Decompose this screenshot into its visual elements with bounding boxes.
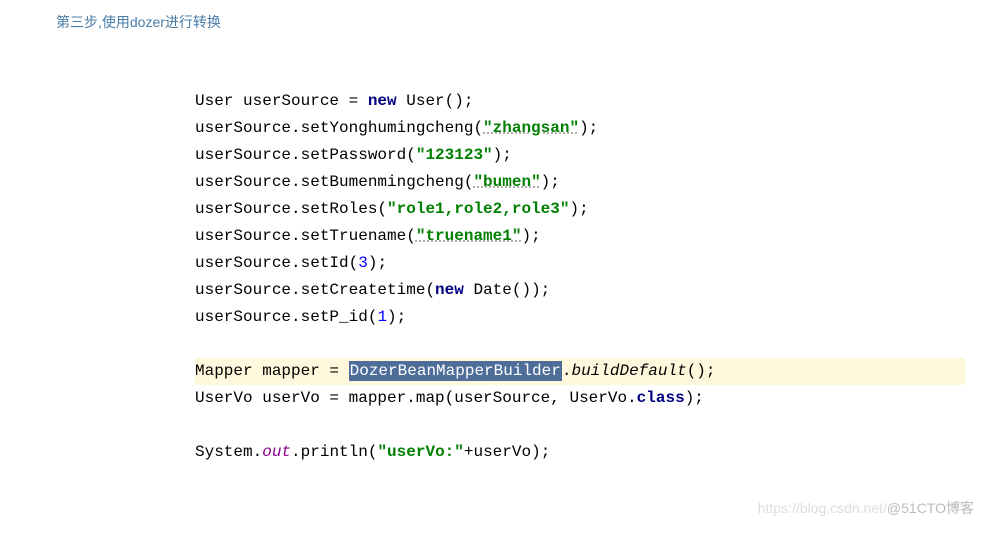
code-text: userSource.setBumenmingcheng(: [195, 173, 473, 191]
highlighted-line: Mapper mapper = DozerBeanMapperBuilder.b…: [195, 358, 965, 385]
code-text: );: [541, 173, 560, 191]
code-line: [195, 331, 965, 358]
static-field: out: [262, 443, 291, 461]
method-call: buildDefault: [571, 362, 686, 380]
code-text: ();: [687, 362, 716, 380]
code-text: User userSource =: [195, 92, 368, 110]
code-text: userSource.setRoles(: [195, 200, 387, 218]
code-text: );: [685, 389, 704, 407]
code-text: );: [387, 308, 406, 326]
code-text: UserVo userVo = mapper.map(userSource, U…: [195, 389, 637, 407]
code-text: userSource.setId(: [195, 254, 358, 272]
code-line: userSource.setPassword("123123");: [195, 142, 965, 169]
code-text: Date());: [464, 281, 550, 299]
string-literal: "truename1": [416, 227, 522, 245]
code-text: userSource.setP_id(: [195, 308, 377, 326]
code-line: userSource.setCreatetime(new Date());: [195, 277, 965, 304]
keyword-new: new: [435, 281, 464, 299]
string-literal: "userVo:": [377, 443, 463, 461]
code-line: userSource.setYonghumingcheng("zhangsan"…: [195, 115, 965, 142]
code-line: UserVo userVo = mapper.map(userSource, U…: [195, 385, 965, 412]
code-text: );: [368, 254, 387, 272]
code-block: User userSource = new User(); userSource…: [195, 88, 965, 466]
number-literal: 3: [358, 254, 368, 272]
code-line: userSource.setBumenmingcheng("bumen");: [195, 169, 965, 196]
code-text: .println(: [291, 443, 377, 461]
code-text: );: [493, 146, 512, 164]
keyword-new: new: [368, 92, 397, 110]
code-text: User();: [397, 92, 474, 110]
code-text: );: [569, 200, 588, 218]
string-literal: "bumen": [473, 173, 540, 191]
keyword-class: class: [637, 389, 685, 407]
code-text: );: [579, 119, 598, 137]
code-line: User userSource = new User();: [195, 88, 965, 115]
code-text: System.: [195, 443, 262, 461]
number-literal: 1: [377, 308, 387, 326]
code-line: userSource.setId(3);: [195, 250, 965, 277]
code-line: userSource.setTruename("truename1");: [195, 223, 965, 250]
code-text: userSource.setCreatetime(: [195, 281, 435, 299]
watermark-right: @51CTO博客: [887, 500, 974, 516]
string-literal: "123123": [416, 146, 493, 164]
code-line: userSource.setP_id(1);: [195, 304, 965, 331]
code-line: System.out.println("userVo:"+userVo);: [195, 439, 965, 466]
selected-text: DozerBeanMapperBuilder: [349, 361, 562, 381]
watermark-left: https://blog.csdn.net/: [758, 500, 887, 516]
code-text: userSource.setPassword(: [195, 146, 416, 164]
code-text: );: [521, 227, 540, 245]
code-line: userSource.setRoles("role1,role2,role3")…: [195, 196, 965, 223]
code-text: userSource.setYonghumingcheng(: [195, 119, 483, 137]
code-line: [195, 412, 965, 439]
section-title: 第三步,使用dozer进行转换: [56, 12, 221, 32]
code-text: +userVo);: [464, 443, 550, 461]
code-text: userSource.setTruename(: [195, 227, 416, 245]
string-literal: "role1,role2,role3": [387, 200, 569, 218]
string-literal: "zhangsan": [483, 119, 579, 137]
watermark: https://blog.csdn.net/@51CTO博客: [758, 498, 974, 518]
code-text: Mapper mapper =: [195, 362, 349, 380]
